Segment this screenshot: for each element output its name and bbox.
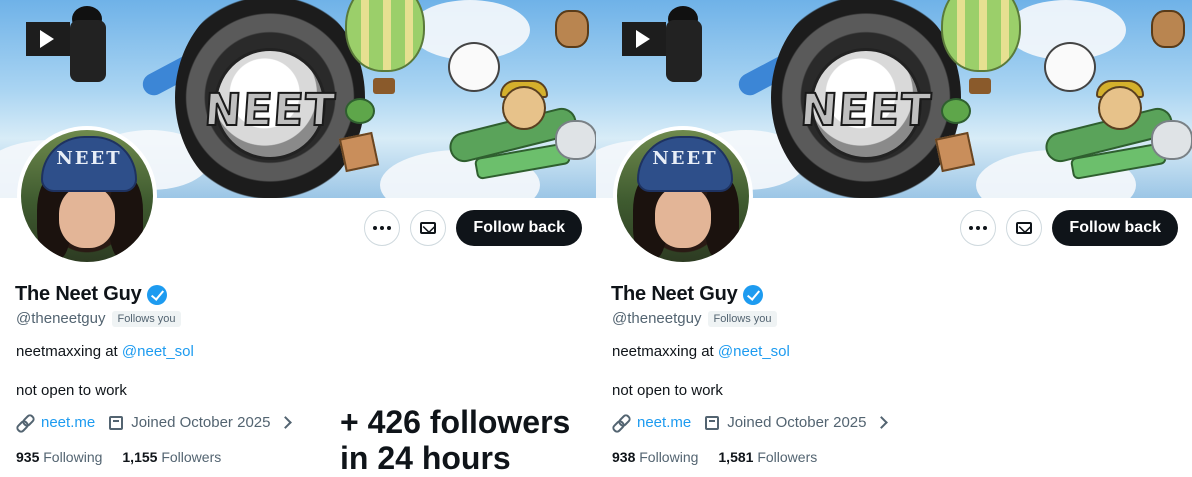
calendar-icon [109,415,124,430]
following-count: 938 [612,449,636,465]
profile-name-row: The Neet Guy [15,283,167,306]
follow-back-button[interactable]: Follow back [1052,210,1178,246]
bio-text: neetmaxxing at [612,343,714,360]
display-name: The Neet Guy [611,283,738,305]
handle-row: @theneetguy Follows you [612,310,777,327]
avatar[interactable]: NEET [613,126,753,266]
hot-air-balloon [941,0,1021,72]
link-icon [16,414,33,431]
verified-badge-icon[interactable] [742,284,763,305]
bio-mention-link[interactable]: @neet_sol [122,343,194,360]
followers-count: 1,155 [122,449,158,465]
chevron-right-icon[interactable] [875,416,889,429]
joined-date: Joined October 2025 [727,414,867,431]
display-name: The Neet Guy [15,283,142,305]
profile-meta: neet.me Joined October 2025 [16,414,293,431]
website-link[interactable]: neet.me [41,414,95,431]
hot-air-balloon [345,0,425,72]
bio-mention-link[interactable]: @neet_sol [718,343,790,360]
more-dots-icon [969,226,988,230]
following-link[interactable]: 938 Following [612,449,698,465]
hat-text: NEET [652,148,718,169]
follow-stats: 938 Following 1,581 Followers [612,449,817,465]
following-count: 935 [16,449,40,465]
banner-logo-text: NEET [798,84,935,137]
more-button[interactable] [364,210,401,246]
profile-panel-after: NEET NEET Follow back The Neet Guy @then… [596,0,1192,477]
following-link[interactable]: 935 Following [16,449,102,465]
growth-caption-line-1: + 426 followers [340,404,571,440]
more-button[interactable] [960,210,997,246]
follow-back-button[interactable]: Follow back [456,210,582,246]
username: @theneetguy [16,310,106,327]
chevron-right-icon[interactable] [279,416,293,429]
mail-icon [1016,222,1033,234]
followers-label: Followers [757,449,818,465]
profile-actions: Follow back [960,210,1178,246]
banner-logo-text: NEET [202,84,339,137]
username: @theneetguy [612,310,702,327]
bio-line-1: neetmaxxing at @neet_sol [16,343,194,360]
following-label: Following [639,449,699,465]
profile-actions: Follow back [364,210,582,246]
followers-link[interactable]: 1,155 Followers [122,449,221,465]
bio-text: neetmaxxing at [16,343,118,360]
following-label: Following [43,449,103,465]
bio-line-1: neetmaxxing at @neet_sol [612,343,790,360]
followers-count: 1,581 [718,449,754,465]
growth-caption-line-2: in 24 hours [340,440,511,476]
bio-line-2: not open to work [16,382,127,399]
avatar[interactable]: NEET [17,126,157,266]
profile-name-row: The Neet Guy [611,283,763,306]
handle-row: @theneetguy Follows you [16,310,181,327]
link-icon [612,414,629,431]
joined-date: Joined October 2025 [131,414,271,431]
profile-meta: neet.me Joined October 2025 [612,414,889,431]
follow-stats: 935 Following 1,155 Followers [16,449,221,465]
mail-icon [420,222,437,234]
followers-label: Followers [161,449,222,465]
hat-text: NEET [56,148,122,169]
follows-you-badge: Follows you [708,310,777,327]
growth-caption: + 426 followers in 24 hours [340,404,570,476]
bio-line-2: not open to work [612,382,723,399]
calendar-icon [705,415,720,430]
verified-badge-icon[interactable] [146,284,167,305]
followers-link[interactable]: 1,581 Followers [718,449,817,465]
follows-you-badge: Follows you [112,310,181,327]
message-button[interactable] [410,210,447,246]
more-dots-icon [373,226,392,230]
website-link[interactable]: neet.me [637,414,691,431]
message-button[interactable] [1006,210,1043,246]
